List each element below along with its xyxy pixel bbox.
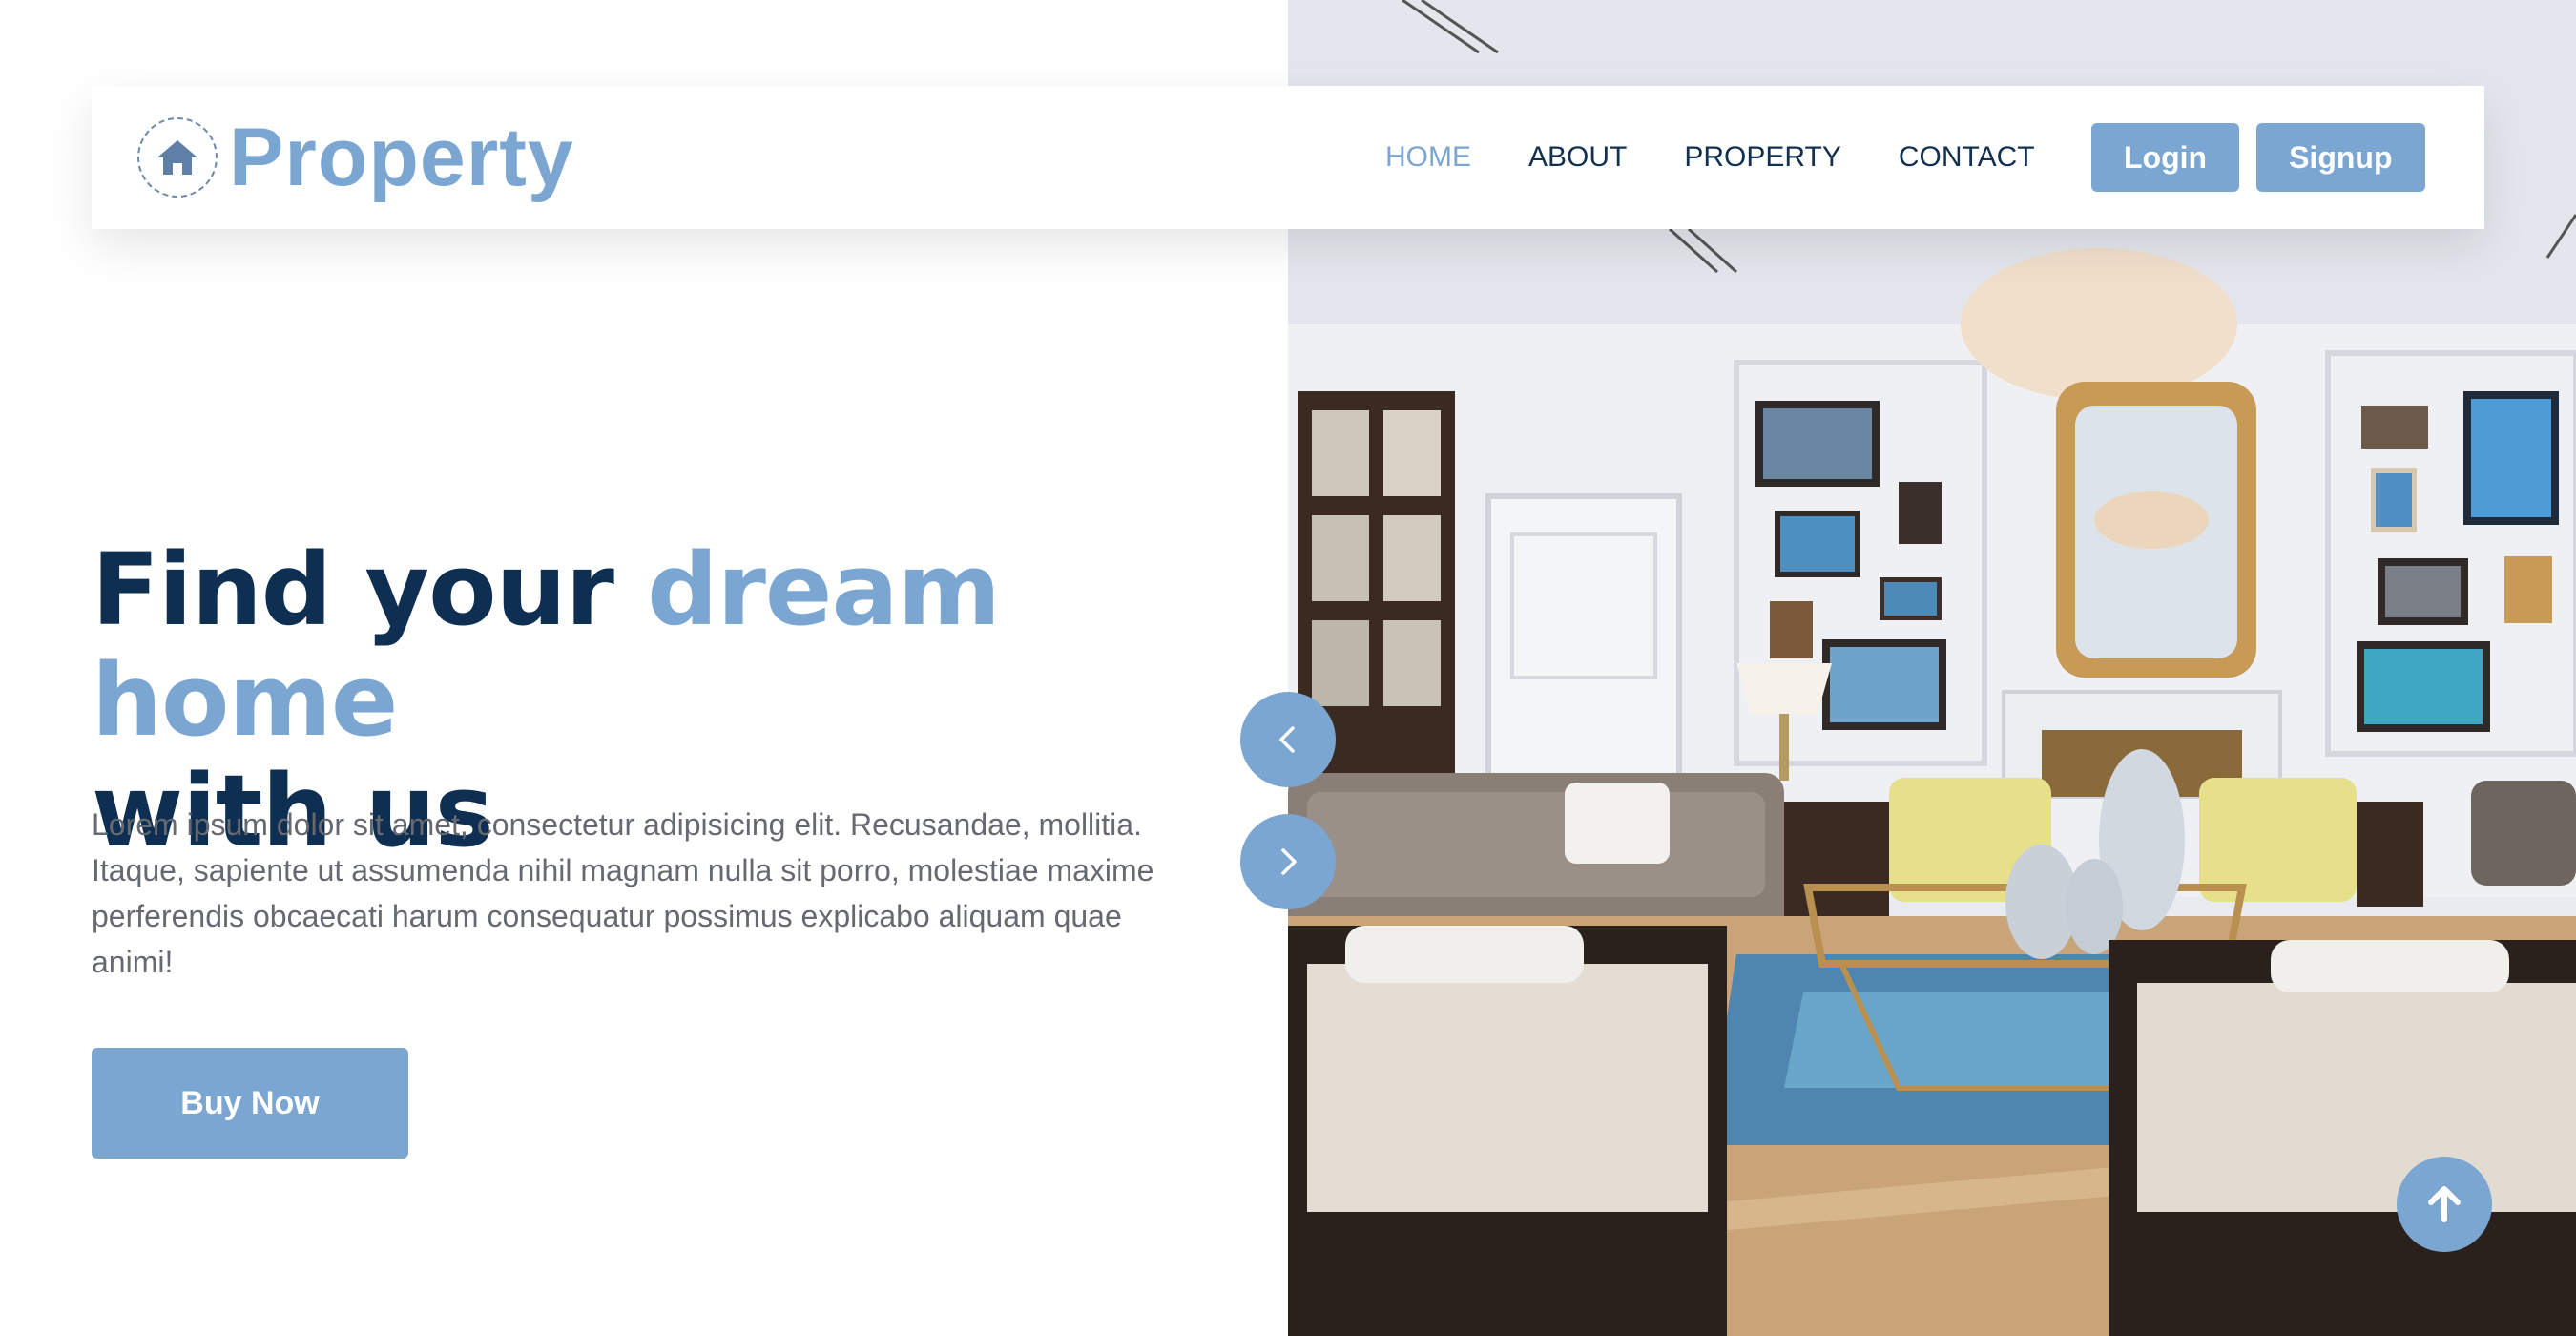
login-button[interactable]: Login [2091, 123, 2240, 192]
brand-name: Property [229, 111, 574, 203]
home-icon-circle [137, 117, 218, 198]
nav-link-property[interactable]: PROPERTY [1684, 141, 1841, 174]
auth-buttons: Login Signup [2091, 86, 2442, 229]
nav-link-contact[interactable]: CONTACT [1899, 141, 2035, 174]
hero-description: Lorem ipsum dolor sit amet, consectetur … [92, 807, 1154, 979]
chevron-right-icon [1281, 848, 1297, 875]
nav-link-home[interactable]: HOME [1385, 141, 1471, 174]
site-header: Property HOME ABOUT PROPERTY CONTACT Log… [92, 86, 2484, 229]
signup-button[interactable]: Signup [2256, 123, 2425, 192]
arrow-up-icon [2428, 1186, 2461, 1222]
nav-link-about[interactable]: ABOUT [1528, 141, 1627, 174]
buy-now-button[interactable]: Buy Now [92, 1048, 408, 1159]
home-icon [157, 140, 197, 175]
chevron-left-icon [1279, 726, 1295, 753]
hero-title-part1: Find your [92, 532, 648, 648]
slider-next-button[interactable] [1240, 814, 1336, 909]
slider-prev-button[interactable] [1240, 692, 1336, 787]
main-nav: HOME ABOUT PROPERTY CONTACT [1385, 86, 2092, 229]
brand-logo[interactable]: Property [137, 86, 574, 229]
scroll-to-top-button[interactable] [2397, 1157, 2492, 1252]
